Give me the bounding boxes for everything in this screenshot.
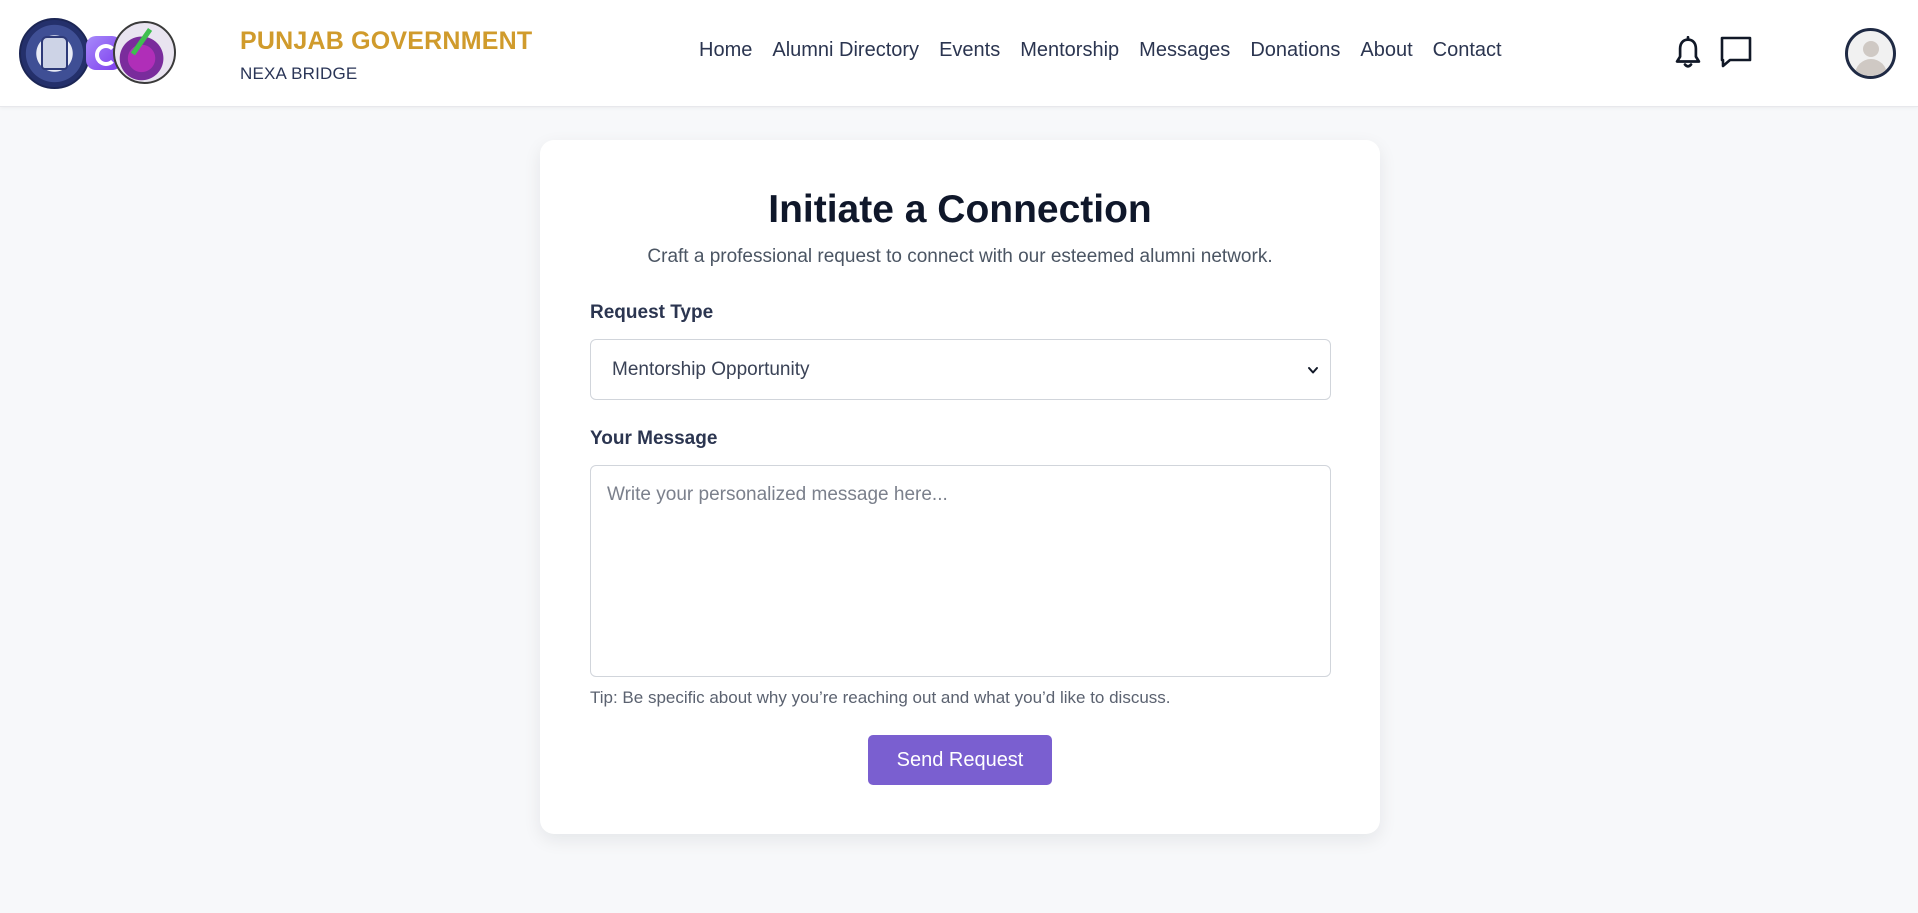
brand-title[interactable]: PUNJAB GOVERNMENT	[240, 27, 532, 56]
send-request-button[interactable]: Send Request	[868, 735, 1052, 785]
brand-subtitle: NEXA BRIDGE	[240, 64, 358, 83]
nav-events[interactable]: Events	[939, 39, 1000, 62]
bell-icon[interactable]	[1673, 36, 1703, 70]
message-label: Your Message	[590, 428, 718, 449]
chevron-down-icon	[1308, 367, 1318, 374]
message-tip: Tip: Be specific about why you’re reachi…	[590, 688, 1171, 707]
nav-donations[interactable]: Donations	[1250, 39, 1340, 62]
nav-mentorship[interactable]: Mentorship	[1020, 39, 1119, 62]
chat-bubble-icon[interactable]	[1718, 34, 1754, 70]
page-subtitle: Craft a professional request to connect …	[647, 246, 1273, 267]
connection-request-card: Initiate a Connection Craft a profession…	[540, 140, 1380, 834]
nav-messages[interactable]: Messages	[1139, 39, 1230, 62]
punjab-emblem-logo[interactable]	[19, 18, 90, 89]
main-nav: Home Alumni Directory Events Mentorship …	[699, 39, 1502, 62]
top-header: PUNJAB GOVERNMENT NEXA BRIDGE Home Alumn…	[0, 0, 1918, 107]
request-type-value: Mentorship Opportunity	[612, 359, 810, 380]
page-title: Initiate a Connection	[768, 188, 1152, 231]
request-type-select[interactable]: Mentorship Opportunity	[590, 339, 1331, 400]
nav-alumni-directory[interactable]: Alumni Directory	[772, 39, 919, 62]
emblem-icon	[41, 36, 68, 70]
nav-about[interactable]: About	[1360, 39, 1412, 62]
request-type-label: Request Type	[590, 302, 714, 323]
nav-home[interactable]: Home	[699, 39, 752, 62]
avatar-body-shape	[1855, 59, 1887, 76]
user-avatar[interactable]	[1845, 28, 1896, 79]
message-textarea[interactable]	[590, 465, 1331, 677]
nav-contact[interactable]: Contact	[1433, 39, 1502, 62]
nexa-bridge-logo	[113, 21, 176, 84]
avatar-head-shape	[1863, 41, 1879, 57]
